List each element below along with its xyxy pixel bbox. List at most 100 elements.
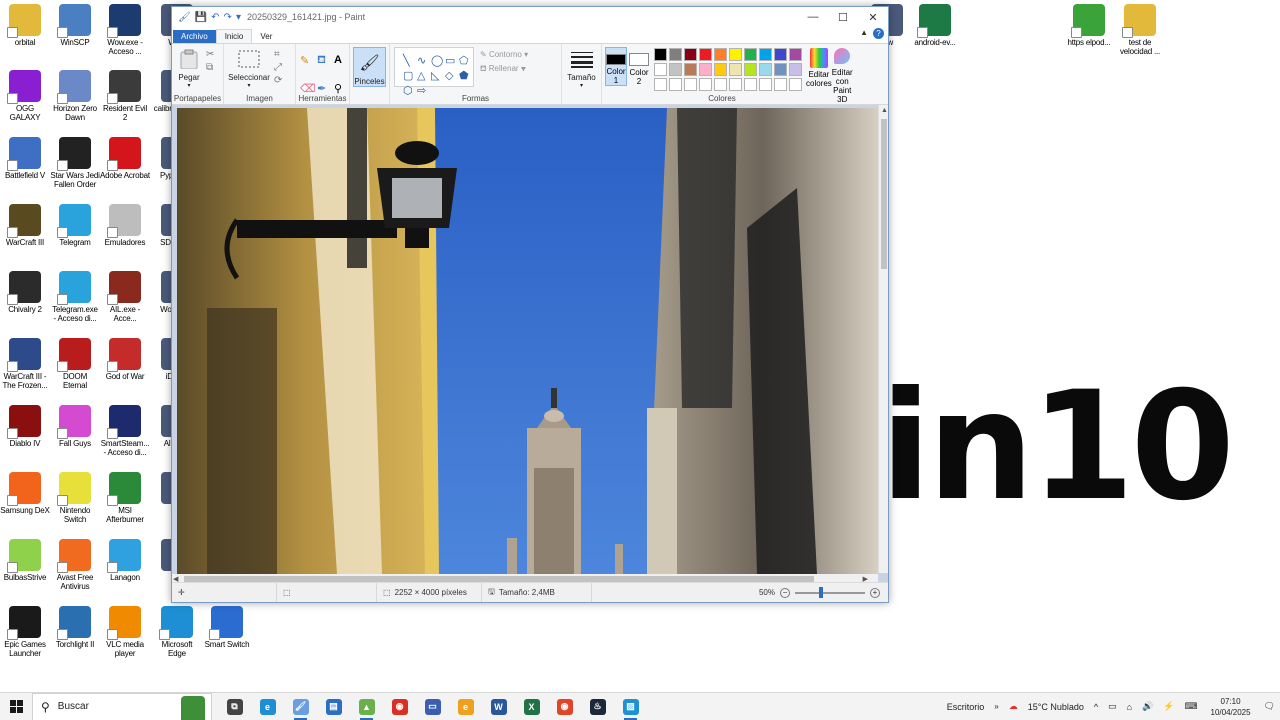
palette-swatch[interactable] <box>789 63 802 76</box>
palette-swatch[interactable] <box>729 48 742 61</box>
pencil-icon[interactable]: ✎ <box>300 54 315 78</box>
desktop-icon[interactable]: WarCraft III - The Frozen... <box>0 338 50 390</box>
palette-swatch[interactable] <box>684 63 697 76</box>
resize-icon[interactable]: ⤢ <box>274 63 282 73</box>
show-hidden-icons[interactable]: ^ <box>1089 702 1103 712</box>
taskbar-app[interactable]: ◉ <box>383 693 416 720</box>
battery-icon[interactable]: ▭ <box>1103 701 1122 712</box>
polygon-shape-icon[interactable]: ⬠ <box>459 54 472 67</box>
scroll-up-icon[interactable]: ▲ <box>881 107 888 114</box>
taskbar-app[interactable]: ▨ <box>614 693 647 720</box>
oval-shape-icon[interactable]: ◯ <box>431 54 444 67</box>
desktop-icon[interactable]: Nintendo Switch <box>50 472 100 524</box>
desktop-icon[interactable]: OGG GALAXY <box>0 70 50 122</box>
taskbar-app[interactable]: ♨ <box>581 693 614 720</box>
taskbar-app[interactable]: ◉ <box>548 693 581 720</box>
palette-swatch[interactable] <box>654 48 667 61</box>
vertical-scrollbar[interactable]: ▲ <box>878 105 888 573</box>
palette-swatch[interactable] <box>744 63 757 76</box>
close-button[interactable]: ✕ <box>858 11 888 24</box>
collapse-ribbon-icon[interactable]: ▲ <box>860 28 868 37</box>
palette-swatch[interactable] <box>714 78 727 91</box>
desktop-icon[interactable]: SmartSteam... - Acceso di... <box>100 405 150 457</box>
desktop-icon[interactable]: BulbasStrive <box>0 539 50 582</box>
palette-swatch[interactable] <box>759 63 772 76</box>
desktop-icon[interactable]: DOOM Eternal <box>50 338 100 390</box>
palette-swatch[interactable] <box>684 78 697 91</box>
color2-button[interactable]: Color 2 <box>629 47 649 86</box>
desktop-icon[interactable]: God of War <box>100 338 150 381</box>
crop-icon[interactable]: ⌗ <box>274 50 282 60</box>
curve-shape-icon[interactable]: ∿ <box>417 54 430 67</box>
palette-swatch[interactable] <box>774 48 787 61</box>
palette-swatch[interactable] <box>759 78 772 91</box>
desktop-toolbar[interactable]: Escritorio <box>942 702 990 712</box>
desktop-icon[interactable]: android-ev... <box>910 4 960 47</box>
rectangle-shape-icon[interactable]: ▭ <box>445 54 458 67</box>
taskbar-app[interactable]: ▲ <box>350 693 383 720</box>
tab-home[interactable]: Inicio <box>215 29 253 43</box>
redo-icon[interactable]: ↷ <box>224 12 232 23</box>
maximize-button[interactable]: ☐ <box>828 11 858 24</box>
desktop-icon[interactable]: Horizon Zero Dawn <box>50 70 100 122</box>
palette-swatch[interactable] <box>654 63 667 76</box>
toolbar-expand-icon[interactable]: » <box>989 702 1003 711</box>
power-icon[interactable]: ⚡ <box>1158 701 1179 712</box>
desktop-icon[interactable]: AIL.exe - Acce... <box>100 271 150 323</box>
palette-swatch[interactable] <box>744 48 757 61</box>
copy-icon[interactable]: ⧉ <box>206 63 214 73</box>
canvas-area[interactable]: ▲ ◀ ▶ <box>172 105 888 584</box>
desktop-icon[interactable]: Adobe Acrobat <box>100 137 150 180</box>
taskbar-app[interactable]: X <box>515 693 548 720</box>
keyboard-icon[interactable]: ⌨ <box>1180 701 1203 712</box>
title-bar[interactable]: 🖌 💾 ↶ ↷ ▾ 20250329_161421.jpg - Paint — … <box>172 7 888 27</box>
pentagon-shape-icon[interactable]: ⬟ <box>459 69 472 82</box>
taskbar-app[interactable]: ▭ <box>416 693 449 720</box>
palette-swatch[interactable] <box>714 48 727 61</box>
desktop-icon[interactable]: test de velocidad ... <box>1115 4 1165 56</box>
weather-widget[interactable]: 15°C Nublado <box>1023 702 1089 712</box>
palette-swatch[interactable] <box>774 63 787 76</box>
canvas-photo[interactable] <box>177 108 879 574</box>
taskbar-app[interactable]: e <box>251 693 284 720</box>
desktop-icon[interactable]: Diablo IV <box>0 405 50 448</box>
taskbar-app[interactable]: ▤ <box>317 693 350 720</box>
palette-swatch[interactable] <box>744 78 757 91</box>
palette-swatch[interactable] <box>669 78 682 91</box>
help-icon[interactable]: ? <box>873 28 884 39</box>
zoom-in-button[interactable]: + <box>870 587 880 598</box>
tab-file[interactable]: Archivo <box>173 30 216 43</box>
start-button[interactable] <box>0 693 32 720</box>
desktop-icon[interactable]: Battlefield V <box>0 137 50 180</box>
rounded-rect-shape-icon[interactable]: ▢ <box>403 69 416 82</box>
taskbar-app[interactable]: e <box>449 693 482 720</box>
notifications-icon[interactable]: 🗨 <box>1259 701 1280 712</box>
minimize-button[interactable]: — <box>798 11 828 24</box>
desktop-icon[interactable]: WarCraft III <box>0 204 50 247</box>
desktop-icon[interactable]: Star Wars Jedi Fallen Order <box>50 137 100 189</box>
palette-swatch[interactable] <box>774 78 787 91</box>
desktop-icon[interactable]: Resident Evil 2 <box>100 70 150 122</box>
palette-swatch[interactable] <box>684 48 697 61</box>
text-icon[interactable]: A <box>334 54 349 78</box>
desktop-icon[interactable]: Torchlight II <box>50 606 100 649</box>
network-icon[interactable]: ⌂ <box>1122 702 1137 712</box>
desktop-icon[interactable]: MSI Afterburner <box>100 472 150 524</box>
cut-icon[interactable]: ✂ <box>206 50 214 60</box>
undo-icon[interactable]: ↶ <box>211 12 219 23</box>
shapes-gallery[interactable]: ╲ ∿ ◯ ▭ ⬠ ▢ △ ◺ ◇ ⬟ ⬡ ⇨ <box>394 47 474 97</box>
color1-button[interactable]: Color 1 <box>605 47 627 86</box>
desktop-icon[interactable]: Lanagon <box>100 539 150 582</box>
palette-swatch[interactable] <box>729 78 742 91</box>
clock[interactable]: 07:10 10/04/2025 <box>1203 696 1259 718</box>
desktop-icon[interactable]: Emuladores <box>100 204 150 247</box>
palette-swatch[interactable] <box>759 48 772 61</box>
outline-dropdown[interactable]: ✎ Contorno ▾ <box>480 50 528 59</box>
palette-swatch[interactable] <box>789 48 802 61</box>
desktop-icon[interactable]: orbital <box>0 4 50 47</box>
palette-swatch[interactable] <box>669 63 682 76</box>
rotate-icon[interactable]: ⟳ <box>274 76 282 86</box>
triangle-shape-icon[interactable]: △ <box>417 69 430 82</box>
brushes-button[interactable]: 🖌 Pinceles <box>353 47 386 87</box>
save-icon[interactable]: 💾 <box>195 12 207 23</box>
